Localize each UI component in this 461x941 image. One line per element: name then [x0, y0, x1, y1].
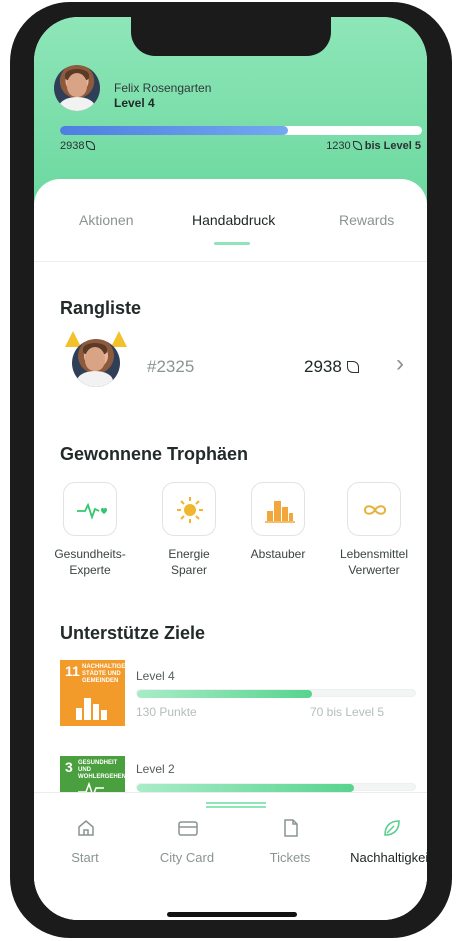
- heartbeat-icon: [77, 502, 107, 520]
- current-points: 2938: [60, 140, 96, 152]
- sdg-number: 3: [65, 759, 73, 775]
- trophies-title: Gewonnene Trophäen: [60, 444, 249, 464]
- trophy-badge: [251, 482, 305, 536]
- ticket-icon: [284, 819, 298, 837]
- trophy-lebensmittel-verwerter[interactable]: Lebensmittel Verwerter: [334, 480, 414, 590]
- trophy-label-line1: Lebensmittel: [339, 547, 409, 561]
- rank-points-value: 2938: [304, 357, 342, 376]
- goal-progress-bar: [136, 783, 416, 792]
- app-screen: Felix Rosengarten Level 4 2938 1230 bis …: [34, 17, 427, 920]
- rank-user-avatar: [72, 339, 120, 387]
- nav-label: Start: [71, 850, 99, 865]
- home-icon: [78, 820, 94, 836]
- goal-progress-bar: [136, 689, 416, 698]
- goal-level: Level 4: [136, 669, 175, 683]
- sdg-3-tile[interactable]: 3 GESUNDHEIT UND WOHLERGEHEN: [60, 756, 125, 796]
- trophy-label-line2: Sparer: [170, 563, 208, 577]
- user-name: Felix Rosengarten: [114, 81, 212, 95]
- chevron-right-icon[interactable]: ›: [396, 350, 404, 378]
- tab-rewards[interactable]: Rewards: [339, 212, 394, 228]
- trophy-badge: [162, 482, 216, 536]
- trophy-label-line2: Experte: [69, 563, 111, 577]
- leaf-icon: [384, 820, 400, 836]
- active-tab-indicator: [214, 242, 250, 245]
- trophy-label-line1: Abstauber: [250, 547, 306, 561]
- trophy-label-line2: Verwerter: [348, 563, 400, 577]
- sheet-handle[interactable]: [206, 802, 266, 808]
- trophy-energie-sparer[interactable]: Energie Sparer: [149, 480, 229, 590]
- goal-progress-fill: [137, 690, 313, 698]
- next-level-text: bis Level 5: [364, 140, 421, 152]
- trophy-label-line1: Gesundheits-: [54, 547, 126, 561]
- trophy-gesundheits-experte[interactable]: Gesundheits- Experte: [50, 480, 130, 590]
- infinity-icon: [363, 505, 387, 515]
- trophy-label-line1: Energie: [168, 547, 210, 561]
- card-icon: [178, 821, 198, 836]
- sdg-title: NACHHALTIGE STÄDTE UND GEMEINDEN: [82, 664, 126, 684]
- trophy-label: Energie Sparer: [149, 546, 229, 578]
- nav-tickets[interactable]: Tickets: [241, 817, 339, 877]
- city-icon: [265, 501, 295, 523]
- tab-aktionen[interactable]: Aktionen: [79, 212, 133, 228]
- tab-handabdruck[interactable]: Handabdruck: [192, 212, 275, 228]
- goal-points-to-next: 70 bis Level 5: [310, 705, 385, 719]
- level-progress-bar: [60, 126, 422, 135]
- leaderboard-avatar[interactable]: [59, 327, 133, 397]
- trophy-badge: [63, 482, 117, 536]
- nav-label: City Card: [159, 850, 215, 865]
- nav-start[interactable]: Start: [36, 817, 134, 877]
- points-to-next-value: 1230: [326, 140, 351, 152]
- device-notch: [131, 17, 331, 56]
- sdg-11-tile[interactable]: 11 NACHHALTIGE STÄDTE UND GEMEINDEN: [60, 660, 125, 726]
- sdg-number: 11: [65, 663, 80, 679]
- trophy-label: Gesundheits- Experte: [50, 546, 130, 578]
- city-icon: [76, 698, 107, 720]
- trophy-abstauber[interactable]: Abstauber: [238, 480, 318, 590]
- leaf-icon: [86, 141, 96, 150]
- avatar-face: [85, 347, 105, 371]
- current-points-value: 2938: [60, 140, 85, 152]
- goal-points: 130 Punkte: [136, 705, 197, 719]
- tab-bar: Aktionen Handabdruck Rewards: [34, 212, 427, 262]
- rank-number: #2325: [147, 357, 195, 376]
- nav-nachhaltigkeit[interactable]: Nachhaltigkeit: [342, 817, 427, 877]
- rank-points: 2938: [304, 357, 359, 377]
- avatar-shirt: [77, 371, 113, 387]
- nav-city-card[interactable]: City Card: [138, 817, 236, 877]
- sun-icon: [177, 497, 203, 523]
- nav-label: Tickets: [269, 850, 311, 865]
- nav-label: Nachhaltigkeit: [350, 850, 427, 865]
- leaf-icon: [352, 141, 362, 150]
- trophy-label: Abstauber: [238, 546, 318, 562]
- level-progress-fill: [60, 126, 289, 135]
- user-avatar[interactable]: [54, 65, 100, 111]
- goal-level: Level 2: [136, 762, 175, 776]
- avatar-face: [67, 73, 87, 97]
- points-to-next-level: 1230 bis Level 5: [326, 140, 421, 152]
- crown-right-icon: [111, 331, 127, 347]
- home-indicator: [167, 912, 297, 917]
- trophy-badge: [347, 482, 401, 536]
- goals-title: Unterstütze Ziele: [60, 623, 206, 643]
- leaf-icon: [346, 361, 359, 373]
- goal-progress-fill: [137, 784, 354, 792]
- leaderboard-title: Rangliste: [60, 298, 142, 318]
- trophy-label: Lebensmittel Verwerter: [334, 546, 414, 578]
- avatar-shirt: [59, 97, 95, 111]
- user-level: Level 4: [114, 96, 155, 110]
